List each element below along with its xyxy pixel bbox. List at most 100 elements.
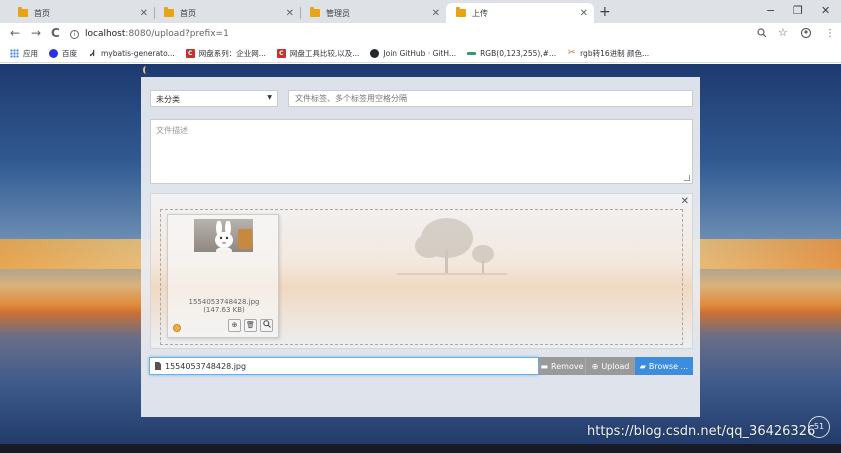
window-close-button[interactable]: ✕ xyxy=(821,4,830,17)
description-textarea[interactable]: 文件描述 xyxy=(150,119,693,184)
bookmark-label: mybatis-generato... xyxy=(101,49,175,58)
file-caption: 1554053748428.jpg (147.63 KB) xyxy=(168,298,280,314)
close-icon[interactable]: ✕ xyxy=(681,196,689,207)
thumb-actions: ⊕ 🗑 xyxy=(228,319,273,332)
bookmark-label: Join GitHub · GitH... xyxy=(383,49,457,58)
bookmark-label: 应用 xyxy=(23,49,38,58)
tab-admin[interactable]: 管理员 ✕ xyxy=(300,3,446,23)
csdn-icon: C xyxy=(185,49,195,58)
corner-badge[interactable]: 51 xyxy=(808,416,830,438)
reload-button[interactable]: C xyxy=(51,26,60,40)
file-name: 1554053748428.jpg xyxy=(188,298,260,306)
close-icon[interactable]: ✕ xyxy=(432,8,440,19)
category-value: 未分类 xyxy=(156,95,180,104)
folder-icon xyxy=(456,7,466,17)
upload-button[interactable]: ⊕ Upload xyxy=(585,357,635,375)
folder-open-icon: ▰ xyxy=(639,361,646,371)
zoom-in-icon xyxy=(262,320,271,328)
tools-icon: ✂ xyxy=(567,48,576,58)
profile-icon[interactable] xyxy=(800,27,812,41)
category-select[interactable]: 未分类 ▼ xyxy=(150,90,278,107)
folder-icon xyxy=(18,7,28,17)
apps-icon xyxy=(10,49,19,58)
new-tab-button[interactable]: + xyxy=(599,4,611,20)
info-icon[interactable]: i xyxy=(70,29,79,39)
close-icon[interactable]: ✕ xyxy=(140,8,148,19)
pending-status-icon xyxy=(173,324,181,332)
tab-title: 上传 xyxy=(472,8,488,18)
bookmark-rgb-hex[interactable]: ✂ rgb转16进制 颜色... xyxy=(567,48,649,59)
tab-title: 首页 xyxy=(180,8,196,18)
zoom-icon[interactable] xyxy=(757,28,767,41)
delete-file-button[interactable]: 🗑 xyxy=(244,319,257,332)
browser-toolbar: ← → C i localhost:8080/upload?prefix=1 ☆… xyxy=(0,23,841,45)
bookmark-csdn-1[interactable]: C 网盘系列：企业网... xyxy=(185,48,266,59)
bookmark-apps[interactable]: 应用 xyxy=(10,48,38,59)
menu-icon[interactable]: ⋮ xyxy=(825,28,835,39)
close-icon[interactable]: ✕ xyxy=(286,8,294,19)
description-placeholder: 文件描述 xyxy=(156,126,188,135)
bookmark-mybatis[interactable]: Ꮧmybatis-generato... xyxy=(88,49,175,58)
tab-title: 首页 xyxy=(34,8,50,18)
forward-button[interactable]: → xyxy=(31,26,41,40)
file-icon xyxy=(155,362,161,370)
page-background: 未分类 ▼ 文件描述 ✕ xyxy=(0,64,841,453)
bookmarks-bar: 应用 百度 Ꮧmybatis-generato... C 网盘系列：企业网... … xyxy=(0,45,841,63)
mybatis-icon: Ꮧ xyxy=(90,49,95,58)
chevron-down-icon: ▼ xyxy=(267,94,272,101)
restore-button[interactable]: ❐ xyxy=(793,4,803,17)
url-text: localhost:8080/upload?prefix=1 xyxy=(85,29,830,39)
tab-upload[interactable]: 上传 ✕ xyxy=(446,3,594,23)
url-path: :8080/upload?prefix=1 xyxy=(125,29,229,39)
url-host: localhost xyxy=(85,29,126,39)
close-icon[interactable]: ✕ xyxy=(580,8,588,19)
file-size: (147.63 KB) xyxy=(203,306,245,314)
upload-label: Upload xyxy=(601,361,630,371)
moon-decoration xyxy=(143,66,149,74)
tab-strip: 首页 ✕ 首页 ✕ 管理员 ✕ 上传 ✕ + − ❐ ✕ xyxy=(0,0,841,23)
resize-handle[interactable] xyxy=(684,175,690,181)
bookmark-label: 百度 xyxy=(62,49,77,58)
remove-button[interactable]: ▬ Remove xyxy=(539,357,585,375)
bookmark-label: 网盘系列：企业网... xyxy=(198,49,266,58)
tab-home-1[interactable]: 首页 ✕ xyxy=(8,3,154,23)
tab-home-2[interactable]: 首页 ✕ xyxy=(154,3,300,23)
bookmark-baidu[interactable]: 百度 xyxy=(49,48,77,59)
csdn-icon: C xyxy=(276,49,286,58)
tree-silhouette-image xyxy=(397,218,507,275)
thumbnail-image xyxy=(194,219,253,252)
tags-input[interactable] xyxy=(288,90,693,107)
zoom-file-button[interactable] xyxy=(260,319,273,332)
bookmark-label: rgb转16进制 颜色... xyxy=(580,49,650,58)
star-icon[interactable]: ☆ xyxy=(778,26,788,39)
watermark-url: https://blog.csdn.net/qq_36426326 xyxy=(587,424,816,439)
bookmark-rgb[interactable]: RGB(0,123,255),#... xyxy=(467,49,556,58)
browse-button[interactable]: ▰ Browse ... xyxy=(635,357,693,375)
tab-title: 管理员 xyxy=(326,8,350,18)
background-shelf-image xyxy=(238,229,252,249)
preview-area: 1554053748428.jpg (147.63 KB) ⊕ 🗑 xyxy=(160,209,683,345)
file-drop-zone[interactable]: ✕ 1554053748428.jpg (147.63 KB) ⊕ 🗑 xyxy=(150,193,693,349)
back-button[interactable]: ← xyxy=(10,26,20,40)
upload-circle-icon: ⊕ xyxy=(591,361,599,371)
address-bar[interactable]: i localhost:8080/upload?prefix=1 xyxy=(70,25,830,43)
upload-file-button[interactable]: ⊕ xyxy=(228,319,241,332)
baidu-icon xyxy=(49,49,58,58)
rgb-icon xyxy=(467,52,477,55)
file-caption-input[interactable]: 1554053748428.jpg xyxy=(149,357,539,375)
upload-panel: 未分类 ▼ 文件描述 ✕ xyxy=(141,77,700,417)
trash-icon: ▬ xyxy=(540,361,549,371)
folder-icon xyxy=(164,7,174,17)
bookmark-label: RGB(0,123,255),#... xyxy=(480,49,557,58)
file-preview-frame: 1554053748428.jpg (147.63 KB) ⊕ 🗑 xyxy=(167,214,279,338)
browse-label: Browse ... xyxy=(648,361,689,371)
remove-label: Remove xyxy=(551,361,584,371)
bookmark-csdn-2[interactable]: C 网盘工具比较,以及... xyxy=(276,48,360,59)
bookmark-github[interactable]: Join GitHub · GitH... xyxy=(370,49,456,58)
bookmark-label: 网盘工具比较,以及... xyxy=(289,49,360,58)
caption-filename: 1554053748428.jpg xyxy=(165,361,247,371)
minimize-button[interactable]: − xyxy=(766,4,775,17)
bunny-image xyxy=(215,221,233,252)
folder-icon xyxy=(310,7,320,17)
github-icon xyxy=(370,49,380,58)
